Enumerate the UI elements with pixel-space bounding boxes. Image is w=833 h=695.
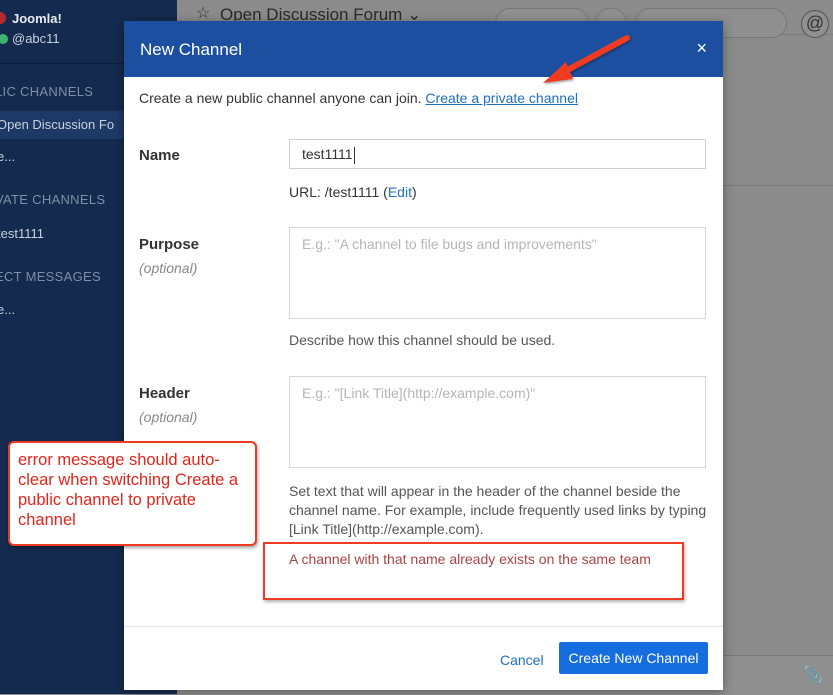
annotation-arrow-icon	[543, 35, 630, 83]
